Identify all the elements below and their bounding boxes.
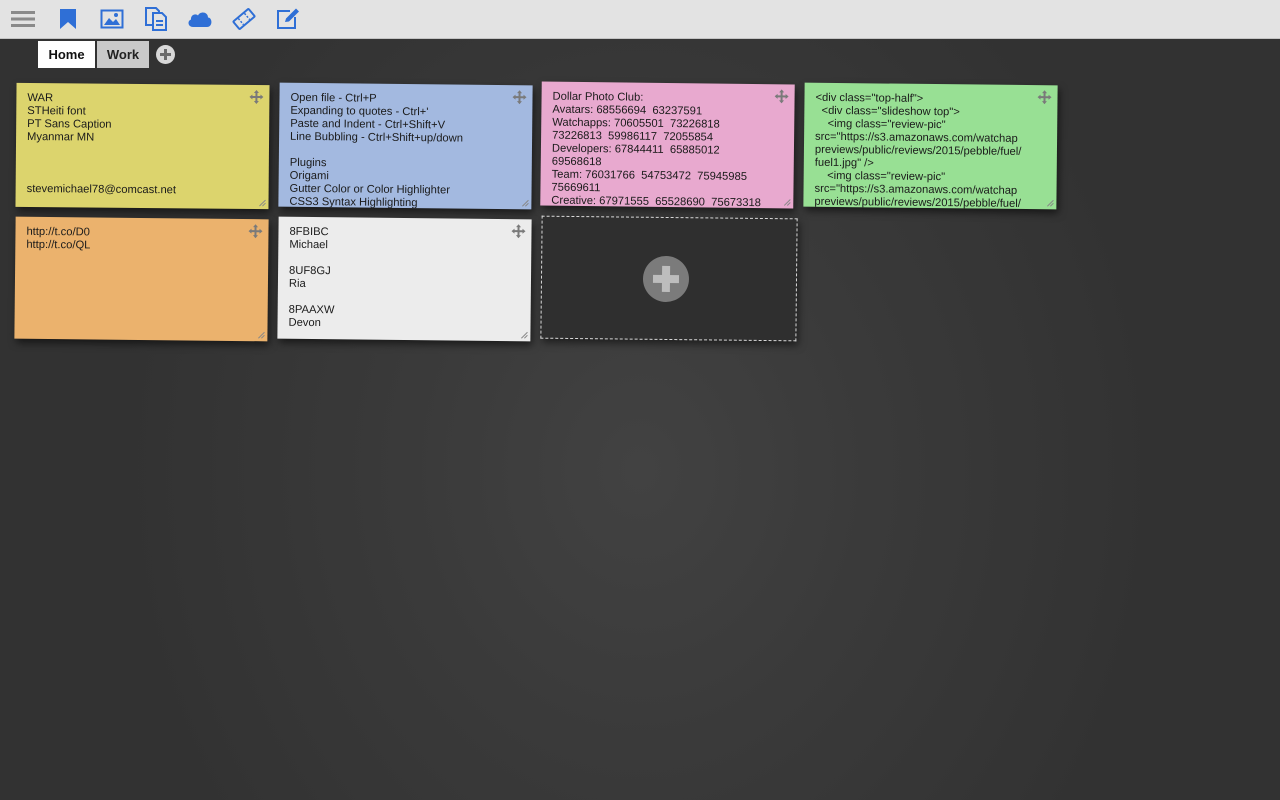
move-icon[interactable] — [249, 89, 264, 104]
move-icon[interactable] — [512, 90, 527, 105]
resize-handle-icon[interactable] — [257, 331, 265, 339]
add-note-plus-icon[interactable] — [642, 255, 690, 303]
sticky-note[interactable]: 8FBIBC Michael 8UF8GJ Ria 8PAAXW Devon — [277, 216, 532, 342]
tab-home[interactable]: Home — [38, 41, 95, 68]
move-icon[interactable] — [511, 224, 526, 239]
sticky-note[interactable]: Open file - Ctrl+P Expanding to quotes -… — [278, 82, 533, 210]
note-text[interactable]: <div class="top-half"> <div class="slide… — [814, 92, 1029, 209]
note-text[interactable]: Dollar Photo Club: Avatars: 68556694 632… — [551, 91, 766, 209]
sticky-note[interactable]: WAR STHeiti font PT Sans Caption Myanmar… — [15, 82, 270, 210]
documents-icon[interactable] — [143, 7, 169, 31]
move-icon[interactable] — [774, 89, 789, 104]
note-text[interactable]: 8FBIBC Michael 8UF8GJ Ria 8PAAXW Devon — [288, 226, 503, 341]
image-icon[interactable] — [99, 7, 125, 31]
note-text[interactable]: WAR STHeiti font PT Sans Caption Myanmar… — [26, 92, 241, 209]
tab-work[interactable]: Work — [97, 41, 149, 68]
add-tab-button[interactable] — [156, 45, 175, 64]
move-icon[interactable] — [248, 224, 263, 239]
sticky-note[interactable]: Dollar Photo Club: Avatars: 68556694 632… — [540, 81, 795, 209]
edit-icon[interactable] — [275, 7, 301, 31]
ticket-icon[interactable] — [231, 7, 257, 31]
note-text[interactable]: Open file - Ctrl+P Expanding to quotes -… — [289, 92, 504, 209]
resize-handle-icon[interactable] — [258, 199, 266, 207]
sticky-note[interactable]: <div class="top-half"> <div class="slide… — [803, 82, 1058, 210]
resize-handle-icon[interactable] — [521, 199, 529, 207]
bookmark-icon[interactable] — [55, 7, 81, 31]
menu-icon[interactable] — [10, 7, 36, 31]
resize-handle-icon[interactable] — [1046, 199, 1054, 207]
add-note-placeholder[interactable] — [540, 215, 798, 342]
resize-handle-icon[interactable] — [520, 331, 528, 339]
note-text[interactable]: http://t.co/D0 http://t.co/QL — [25, 226, 240, 341]
resize-handle-icon[interactable] — [783, 198, 791, 206]
toolbar — [0, 0, 1280, 39]
move-icon[interactable] — [1037, 90, 1052, 105]
sticky-note[interactable]: http://t.co/D0 http://t.co/QL — [14, 216, 269, 342]
cloud-icon[interactable] — [187, 7, 213, 31]
